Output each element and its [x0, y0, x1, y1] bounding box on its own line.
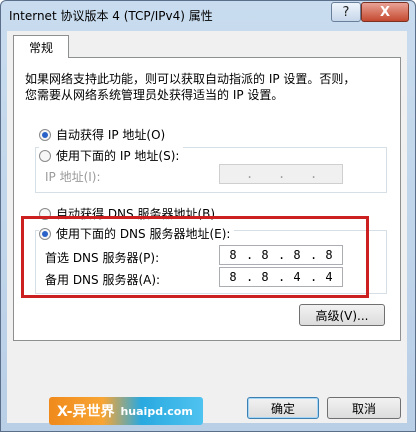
watermark-logo: X-异世界 huaipd.com: [49, 397, 203, 425]
ok-button[interactable]: 确定: [247, 397, 319, 419]
ok-button-label: 确定: [270, 401, 295, 416]
auto-dns-option[interactable]: 自动获得 DNS 服务器地址(B): [39, 205, 215, 222]
tcpip-properties-dialog: Internet 协议版本 4 (TCP/IPv4) 属性 ? X 常规 如果网…: [0, 0, 416, 432]
auto-ip-option[interactable]: 自动获得 IP 地址(O): [39, 126, 165, 143]
help-icon: ?: [342, 4, 350, 20]
manual-dns-radio[interactable]: [39, 227, 51, 240]
manual-ip-label: 使用下面的 IP 地址(S):: [56, 149, 180, 163]
manual-ip-option[interactable]: 使用下面的 IP 地址(S):: [39, 147, 184, 164]
preferred-dns-label: 首选 DNS 服务器(P):: [45, 251, 160, 265]
watermark-brand: X-异世界: [57, 404, 115, 420]
advanced-button[interactable]: 高级(V)...: [299, 304, 385, 326]
manual-ip-radio[interactable]: [39, 149, 51, 162]
manual-dns-label: 使用下面的 DNS 服务器地址(E):: [56, 227, 231, 241]
close-button[interactable]: X: [361, 2, 409, 22]
close-icon: X: [379, 4, 391, 20]
manual-dns-option[interactable]: 使用下面的 DNS 服务器地址(E):: [39, 225, 235, 242]
description-text: 如果网络支持此功能，则可以获取自动指派的 IP 设置。否则，您需要从网络系统管理…: [25, 72, 356, 102]
cancel-button[interactable]: 取消: [327, 397, 401, 419]
ip-address-label: IP 地址(I):: [45, 170, 101, 184]
cancel-button-label: 取消: [351, 401, 376, 416]
watermark-url: huaipd.com: [120, 404, 193, 418]
window-title: Internet 协议版本 4 (TCP/IPv4) 属性: [9, 9, 213, 23]
tab-general[interactable]: 常规: [13, 35, 69, 58]
preferred-dns-input[interactable]: 8 . 8 . 8 . 8: [219, 245, 343, 265]
auto-ip-label: 自动获得 IP 地址(O): [56, 128, 166, 142]
ip-address-input[interactable]: . . .: [219, 164, 343, 184]
advanced-button-label: 高级(V)...: [315, 308, 369, 323]
auto-dns-label: 自动获得 DNS 服务器地址(B): [56, 207, 216, 221]
tab-general-label: 常规: [28, 40, 53, 55]
alternate-dns-input[interactable]: 8 . 8 . 4 . 4: [219, 267, 343, 287]
auto-ip-radio[interactable]: [39, 128, 51, 141]
help-button[interactable]: ?: [331, 2, 361, 22]
title-bar[interactable]: Internet 协议版本 4 (TCP/IPv4) 属性 ? X: [1, 1, 415, 29]
auto-dns-radio[interactable]: [39, 207, 51, 220]
alternate-dns-label: 备用 DNS 服务器(A):: [45, 273, 161, 287]
